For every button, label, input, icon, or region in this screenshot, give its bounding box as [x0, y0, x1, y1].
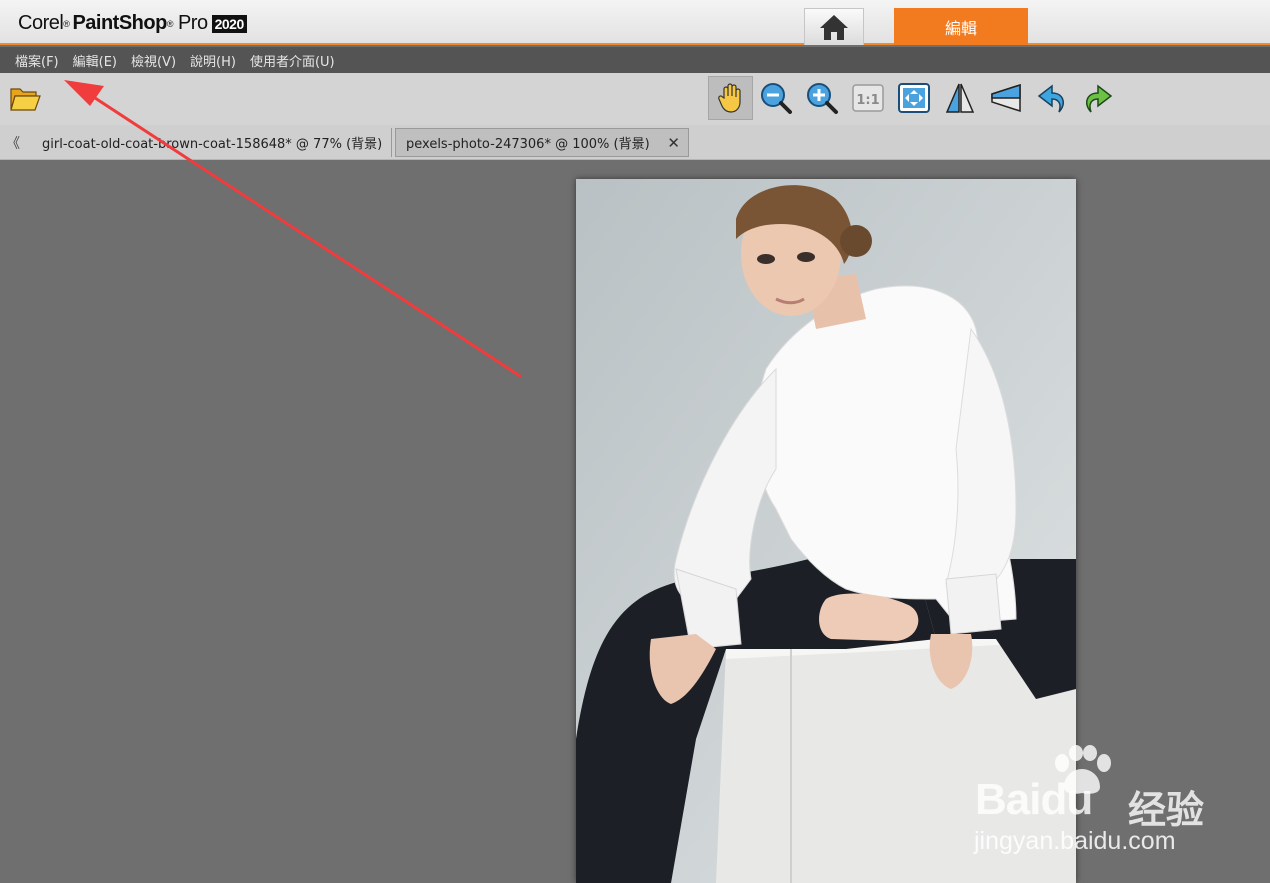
menu-bar: 檔案(F) 編輯(E) 檢視(V) 說明(H) 使用者介面(U) — [0, 47, 1270, 73]
document-tab-label: pexels-photo-247306* @ 100% (背景) — [406, 137, 650, 152]
document-tab-active[interactable]: pexels-photo-247306* @ 100% (背景) ✕ — [395, 128, 689, 157]
tab-scroll-left-icon[interactable]: 《 — [6, 133, 20, 153]
home-icon — [820, 15, 848, 40]
logo-brand: Corel — [18, 12, 64, 34]
redo-icon — [1086, 84, 1113, 113]
menu-help[interactable]: 說明(H) — [183, 51, 243, 70]
app-logo: Corel ® PaintShop ® Pro 2020 — [18, 12, 247, 35]
logo-suffix: Pro — [177, 12, 208, 34]
undo-button[interactable] — [1032, 78, 1072, 118]
title-bar: Corel ® PaintShop ® Pro 2020 編輯 — [0, 0, 1270, 45]
flip-icon — [945, 83, 975, 113]
menu-view[interactable]: 檢視(V) — [124, 51, 183, 70]
watermark-url: jingyan.baidu.com — [974, 827, 1176, 855]
menu-edit[interactable]: 編輯(E) — [66, 51, 124, 70]
document-tab[interactable]: girl-coat-old-coat-brown-coat-158648* @ … — [30, 128, 392, 157]
pan-hand-icon — [717, 83, 741, 113]
watermark-brand-cn: 经验 — [1128, 788, 1205, 832]
zoom-out-button[interactable] — [756, 78, 796, 118]
zoom-out-icon — [761, 83, 792, 114]
toolbar: 1:1 — [0, 73, 1270, 125]
actual-size-label: 1:1 — [856, 93, 879, 108]
fit-to-window-button[interactable] — [894, 78, 934, 118]
document-tab-bar: 《 girl-coat-old-coat-brown-coat-158648* … — [0, 125, 1270, 160]
home-tab[interactable] — [804, 8, 864, 45]
pan-tool-button[interactable] — [708, 76, 753, 120]
redo-button[interactable] — [1078, 78, 1118, 118]
perspective-button[interactable] — [986, 78, 1026, 118]
undo-icon — [1037, 84, 1064, 113]
menu-user-interface[interactable]: 使用者介面(U) — [243, 51, 342, 70]
menu-file[interactable]: 檔案(F) — [8, 51, 66, 70]
open-folder-icon — [10, 88, 41, 111]
zoom-in-button[interactable] — [802, 78, 842, 118]
zoom-in-icon — [807, 83, 838, 114]
open-button[interactable] — [5, 78, 45, 118]
actual-size-button[interactable]: 1:1 — [848, 78, 888, 118]
close-tab-icon[interactable]: ✕ — [667, 134, 680, 152]
actual-size-icon: 1:1 — [852, 84, 884, 112]
edit-tab[interactable]: 編輯 — [894, 8, 1028, 45]
logo-name: PaintShop — [72, 12, 167, 34]
document-tab-label: girl-coat-old-coat-brown-coat-158648* @ … — [42, 137, 383, 152]
fit-to-window-icon — [898, 83, 930, 113]
baidu-watermark: Baidu 经验 jingyan.baidu.com — [970, 745, 1220, 865]
logo-year: 2020 — [211, 14, 247, 33]
watermark-brand: Baidu — [975, 775, 1093, 824]
flip-button[interactable] — [940, 78, 980, 118]
perspective-icon — [991, 83, 1021, 113]
